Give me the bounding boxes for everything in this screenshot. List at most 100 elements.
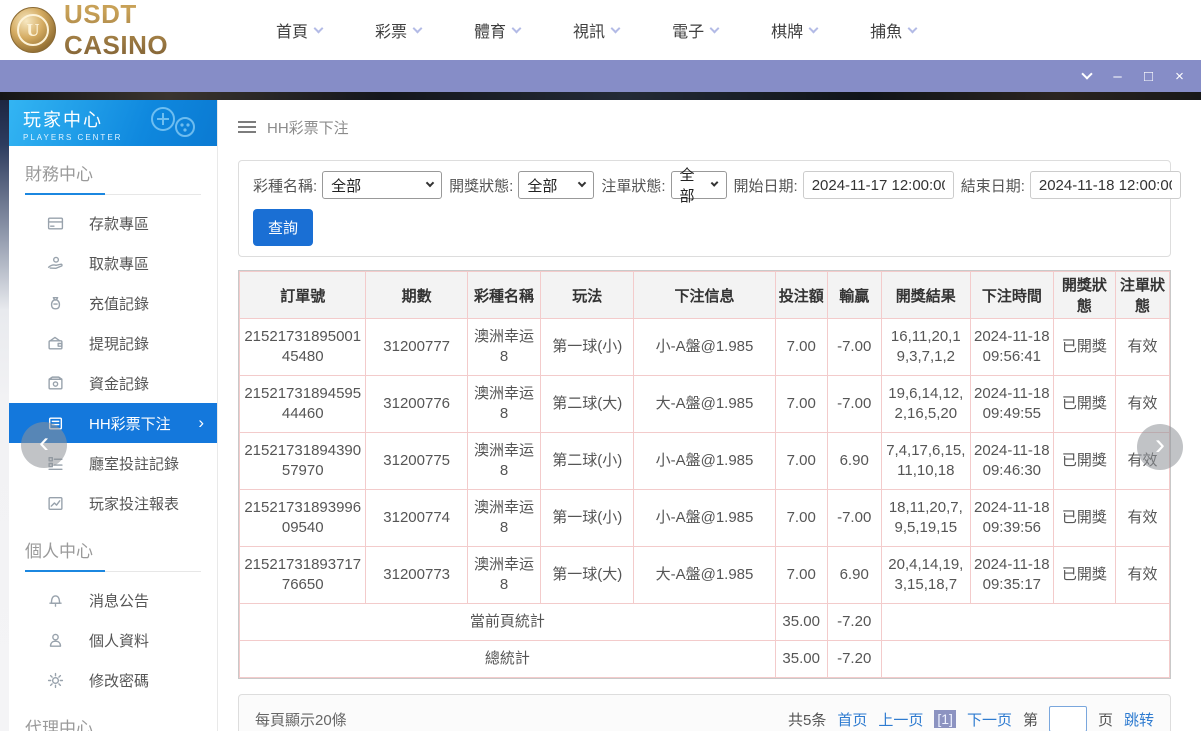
dark-banner-strip xyxy=(0,92,1201,100)
chevron-down-icon xyxy=(511,23,522,33)
sidebar-item-group-2: 消息公告 個人資料 修改密碼 xyxy=(9,580,217,700)
pagination-controls: 共5条 首页 上一页 [1] 下一页 第 页 跳转 xyxy=(788,706,1154,731)
sidebar-item-2-1[interactable]: 消息公告 xyxy=(9,580,217,620)
table-cell: 有效 xyxy=(1115,489,1170,547)
top-navbar: U USDT CASINO 首頁 彩票 體育 視訊 電子 棋牌 捕魚 xyxy=(0,0,1201,60)
players-center-header: 玩家中心 PLAYERS CENTER xyxy=(9,100,217,146)
coin-letter: U xyxy=(26,19,40,40)
summary-label: 當前頁統計 xyxy=(239,603,776,641)
scroll-right-button[interactable]: › xyxy=(1137,424,1183,470)
bets-table: 訂單號 期數 彩種名稱 玩法 下注信息 投注額 輸贏 開獎結果 下注時間 開獎狀態 注單狀態 215… xyxy=(238,271,1171,678)
sidebar-item-2-3[interactable]: 修改密碼 xyxy=(9,660,217,700)
table-cell: 2152173189439057970 xyxy=(238,432,367,490)
collapse-left-button[interactable]: ‹ xyxy=(21,422,67,468)
chevron-down-icon xyxy=(425,178,435,188)
hamburger-menu-icon[interactable] xyxy=(238,121,256,133)
table-cell: 已開獎 xyxy=(1052,489,1117,547)
nav-item-6[interactable]: 棋牌 xyxy=(771,18,819,42)
table-cell: 2152173189500145480 xyxy=(238,318,367,376)
table-cell: 18,11,20,7,9,5,19,15 xyxy=(880,489,971,547)
sidebar-item-label: 提現記錄 xyxy=(89,335,150,353)
nav-item-label: 體育 xyxy=(474,24,507,41)
filter-panel: 彩種名稱: 全部 開獎狀態: 全部 注單狀態: 全部 開始日期: 2024-11… xyxy=(238,160,1181,257)
start-date-input[interactable] xyxy=(802,171,954,199)
window-maximize-button[interactable]: □ xyxy=(1133,60,1164,92)
jump-link[interactable]: 跳转 xyxy=(1124,709,1154,730)
table-cell: 31200776 xyxy=(365,375,468,433)
chevron-down-icon xyxy=(907,23,918,33)
nav-item-1[interactable]: 首頁 xyxy=(276,18,324,42)
summary-winloss-total: -7.20 xyxy=(826,603,882,641)
table-cell: -7.00 xyxy=(826,489,882,547)
table-cell: 大-A盤@1.985 xyxy=(633,546,776,604)
table-cell: -7.00 xyxy=(826,318,882,376)
draw-status-select[interactable]: 全部 xyxy=(518,171,595,199)
table-body: 2152173189500145480 31200777 澳洲幸运8 第一球(小) 小-… xyxy=(238,318,1171,678)
summary-bet-total: 35.00 xyxy=(774,603,828,641)
page-jump-input[interactable] xyxy=(1048,706,1087,731)
first-page-link[interactable]: 首页 xyxy=(837,709,867,730)
sidebar-section-title-2: 個人中心 xyxy=(25,537,201,572)
table-cell: 第二球(小) xyxy=(540,432,635,490)
nav-item-4[interactable]: 視訊 xyxy=(573,18,621,42)
sidebar-item-1-2[interactable]: 取款專區 xyxy=(9,243,217,283)
table-header-row: 訂單號 期數 彩種名稱 玩法 下注信息 投注額 輸贏 開獎結果 下注時間 開獎狀態 注單狀態 xyxy=(238,271,1170,319)
table-cell: 澳洲幸运8 xyxy=(466,318,542,376)
window-minimize-button[interactable]: – xyxy=(1102,60,1133,92)
table-cell: 31200775 xyxy=(365,432,468,490)
end-date-input[interactable] xyxy=(1029,171,1181,199)
table-cell: 20,4,14,19,3,15,18,7 xyxy=(880,546,971,604)
table-cell: 已開獎 xyxy=(1052,546,1117,604)
site-logo[interactable]: U USDT CASINO xyxy=(10,0,232,61)
table-cell: 第一球(小) xyxy=(540,318,635,376)
bell-icon xyxy=(47,592,64,609)
sidebar-item-1-4[interactable]: 提現記錄 xyxy=(9,323,217,363)
next-page-link[interactable]: 下一页 xyxy=(967,709,1012,730)
nav-item-2[interactable]: 彩票 xyxy=(375,18,423,42)
sidebar-item-1-8[interactable]: 玩家投注報表 xyxy=(9,483,217,523)
sidebar-item-1-3[interactable]: 充值記錄 xyxy=(9,283,217,323)
end-date-label: 結束日期: xyxy=(960,177,1025,195)
nav-item-label: 視訊 xyxy=(573,24,606,41)
table-cell: 31200777 xyxy=(365,318,468,376)
window-dropdown-button[interactable] xyxy=(1071,60,1102,92)
sidebar-item-2-2[interactable]: 個人資料 xyxy=(9,620,217,660)
table-cell: 第一球(小) xyxy=(540,489,635,547)
lottery-name-select[interactable]: 全部 xyxy=(322,171,443,199)
person-icon xyxy=(47,632,64,649)
nav-item-label: 彩票 xyxy=(375,24,408,41)
table-cell: 大-A盤@1.985 xyxy=(633,375,776,433)
summary-row-1: 當前頁統計 35.00 -7.20 xyxy=(239,603,1171,641)
sidebar-item-group-1: 存款專區 取款專區 充值記錄 提現記錄 資金記錄 HH彩票下注 › 廳室投註記錄 玩家投注報表 xyxy=(9,203,217,523)
order-status-select[interactable]: 全部 xyxy=(670,167,727,205)
table-cell: 2024-11-18 09:46:30 xyxy=(969,432,1054,490)
gamepad-icon xyxy=(151,107,195,137)
summary-row-2: 總統計 35.00 -7.20 xyxy=(239,640,1171,678)
table-cell: -7.00 xyxy=(826,375,882,433)
table-cell: 7.00 xyxy=(774,318,828,376)
column-header-8: 開獎結果 xyxy=(880,271,971,319)
search-button[interactable]: 查詢 xyxy=(253,209,314,246)
page-number-suffix: 页 xyxy=(1097,711,1113,729)
nav-item-5[interactable]: 電子 xyxy=(672,18,720,42)
sidebar-item-1-5[interactable]: 資金記錄 xyxy=(9,363,217,403)
left-edge-background xyxy=(0,100,9,731)
breadcrumb: HH彩票下注 xyxy=(238,114,1171,140)
nav-item-7[interactable]: 捕魚 xyxy=(870,18,918,42)
prev-page-link[interactable]: 上一页 xyxy=(878,709,923,730)
page-number-prefix: 第 xyxy=(1022,711,1038,729)
sidebar-item-1-1[interactable]: 存款專區 xyxy=(9,203,217,243)
table-cell: 已開獎 xyxy=(1052,375,1117,433)
sidebar-item-label: HH彩票下注 xyxy=(89,415,171,433)
sidebar-section-title-1: 財務中心 xyxy=(25,160,201,195)
start-date-label: 開始日期: xyxy=(733,177,798,195)
column-header-2: 期數 xyxy=(365,271,468,319)
window-close-button[interactable]: × xyxy=(1164,60,1195,92)
nav-item-3[interactable]: 體育 xyxy=(474,18,522,42)
column-header-4: 玩法 xyxy=(540,271,635,319)
table-cell: 小-A盤@1.985 xyxy=(633,318,776,376)
current-page-indicator: [1] xyxy=(934,710,956,728)
column-header-11: 注單狀態 xyxy=(1115,271,1170,319)
table-cell: 31200774 xyxy=(365,489,468,547)
chevron-down-icon xyxy=(412,23,423,33)
